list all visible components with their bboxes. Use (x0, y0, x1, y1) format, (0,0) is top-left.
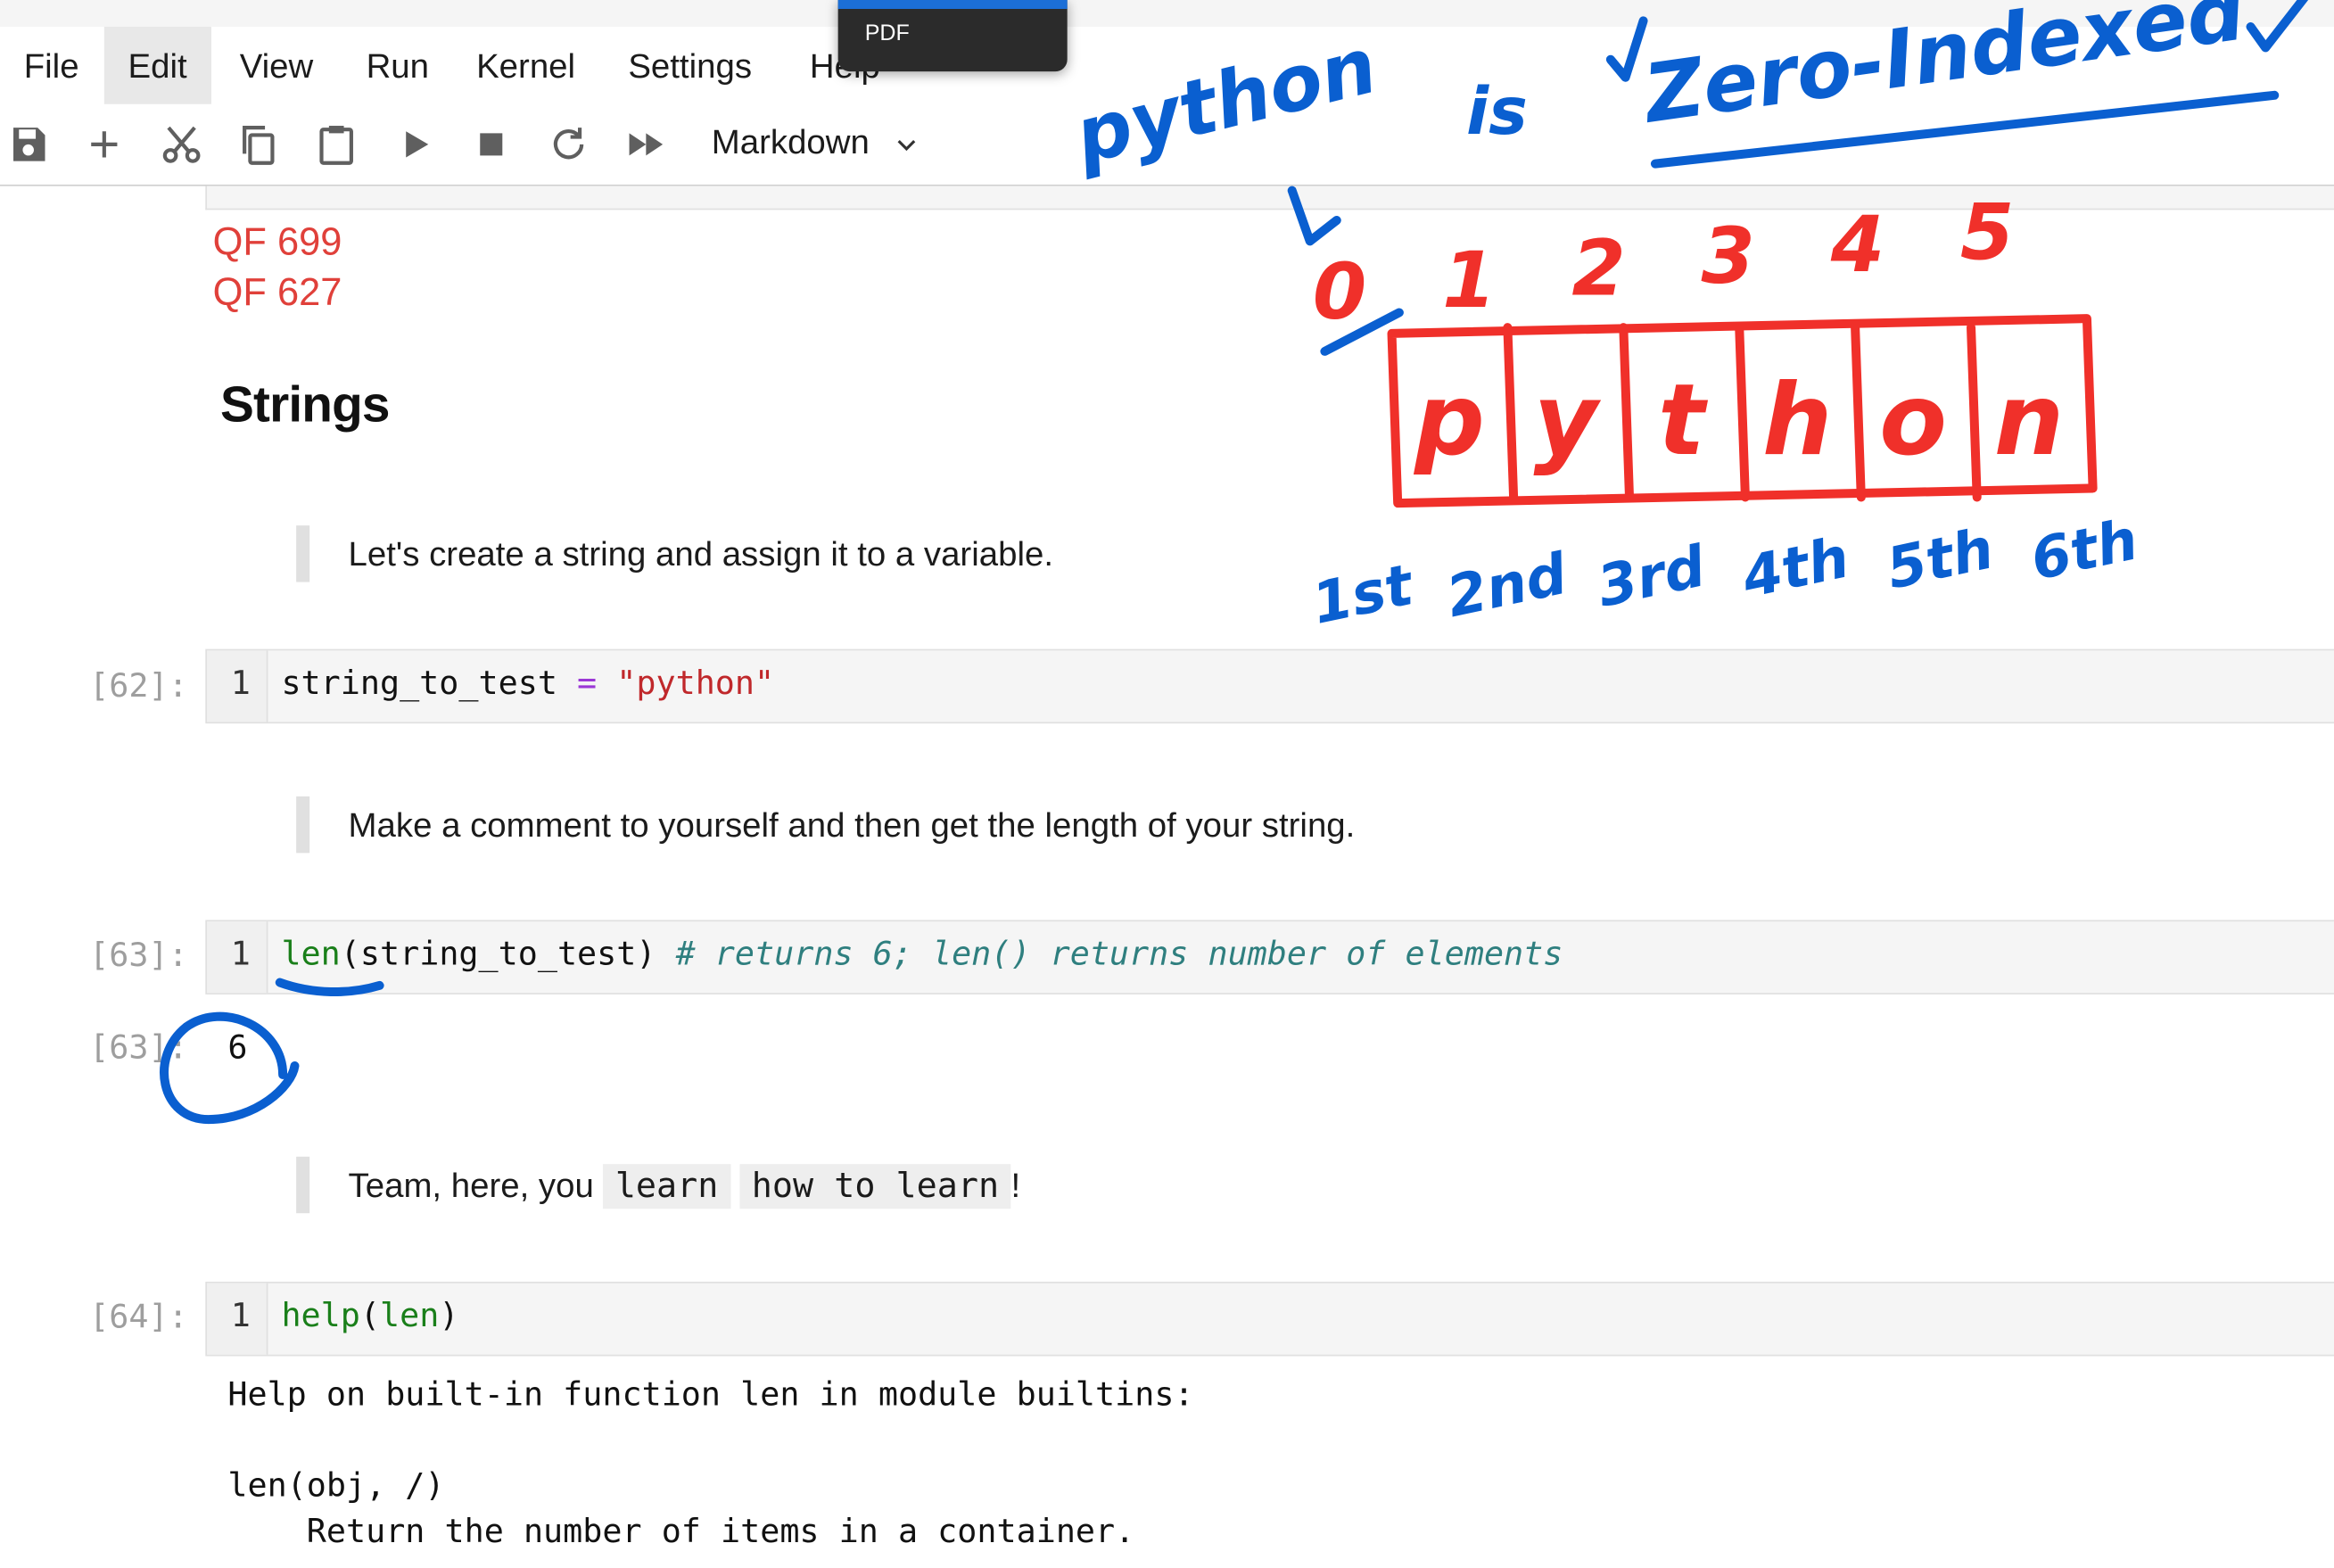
note-text: ! (1010, 1165, 1021, 1205)
notebook-content: QF 699 QF 627 Strings Let's create a str… (0, 186, 2334, 1566)
code-line[interactable]: help(len) (281, 1298, 458, 1335)
fast-forward-icon[interactable] (623, 122, 668, 167)
menu-file[interactable]: File (0, 27, 103, 104)
menu-view[interactable]: View (216, 27, 337, 104)
add-icon[interactable] (82, 122, 127, 167)
note-text: Team, here, you (348, 1165, 594, 1205)
cell-output: 6 (227, 1029, 248, 1068)
line-number: 1 (230, 665, 251, 703)
save-icon[interactable] (6, 122, 51, 167)
line-number: 1 (230, 936, 251, 974)
code-line[interactable]: string_to_test = "python" (281, 665, 774, 703)
download-format-popup: PDF (837, 0, 1068, 72)
section-heading: Strings (220, 376, 390, 433)
notebook-toolbar: Markdown (0, 103, 2334, 186)
output-line: QF 627 (212, 269, 342, 315)
restart-icon[interactable] (547, 122, 591, 167)
markdown-note: Team, here, you learn how to learn! (296, 1156, 1021, 1214)
chevron-down-icon[interactable] (893, 131, 920, 158)
notebook-window: File Edit View Run Kernel Settings Help … (0, 0, 2334, 1566)
menu-run[interactable]: Run (342, 27, 453, 104)
help-output-line: Help on built-in function len in module … (227, 1376, 1194, 1415)
output-line: QF 699 (212, 219, 342, 264)
popup-selected-item[interactable] (837, 0, 1068, 10)
markdown-note: Make a comment to yourself and then get … (296, 796, 1355, 854)
copy-icon[interactable] (235, 122, 280, 167)
code-args: (string_to_test) (340, 936, 656, 974)
help-output-line: Return the number of items in a containe… (227, 1514, 1135, 1552)
menu-bar: File Edit View Run Kernel Settings Help (0, 27, 2334, 104)
inline-code: learn (603, 1164, 730, 1209)
stop-icon[interactable] (469, 122, 514, 167)
code-cell-62[interactable]: 1 string_to_test = "python" (205, 648, 2334, 724)
code-variable: string_to_test (281, 665, 557, 703)
cut-icon[interactable] (160, 122, 204, 167)
markdown-note: Let's create a string and assign it to a… (296, 525, 1053, 582)
code-cell-64[interactable]: 1 help(len) (205, 1282, 2334, 1357)
cell-type-select[interactable]: Markdown (712, 122, 870, 162)
menu-edit[interactable]: Edit (103, 27, 211, 104)
paste-icon[interactable] (314, 122, 359, 167)
window-top-strip (0, 0, 2334, 29)
menu-kernel[interactable]: Kernel (452, 27, 598, 104)
code-argument: len (379, 1298, 440, 1336)
cell-prompt: [63]: (89, 937, 188, 976)
code-cell-63[interactable]: 1 len(string_to_test) # returns 6; len()… (205, 920, 2334, 994)
code-operator: = (577, 665, 598, 703)
help-output-line: len(obj, /) (227, 1467, 445, 1506)
line-number: 1 (230, 1298, 251, 1336)
code-paren: ( (359, 1298, 380, 1336)
code-line[interactable]: len(string_to_test) # returns 6; len() r… (281, 937, 1563, 974)
code-function: len (281, 936, 341, 974)
cell-prompt: [62]: (89, 668, 188, 706)
menu-settings[interactable]: Settings (605, 27, 776, 104)
inline-code: how to learn (739, 1164, 1011, 1209)
code-comment: # returns 6; len() returns number of ele… (675, 936, 1563, 974)
popup-item-pdf[interactable]: PDF (865, 21, 910, 45)
cell-prompt: [64]: (89, 1300, 188, 1337)
previous-code-cell[interactable] (205, 186, 2334, 210)
code-function: help (281, 1298, 360, 1336)
run-icon[interactable] (393, 122, 438, 167)
code-paren: ) (439, 1298, 459, 1336)
code-string: "python" (616, 665, 775, 703)
output-prompt: [63]: (89, 1029, 188, 1068)
